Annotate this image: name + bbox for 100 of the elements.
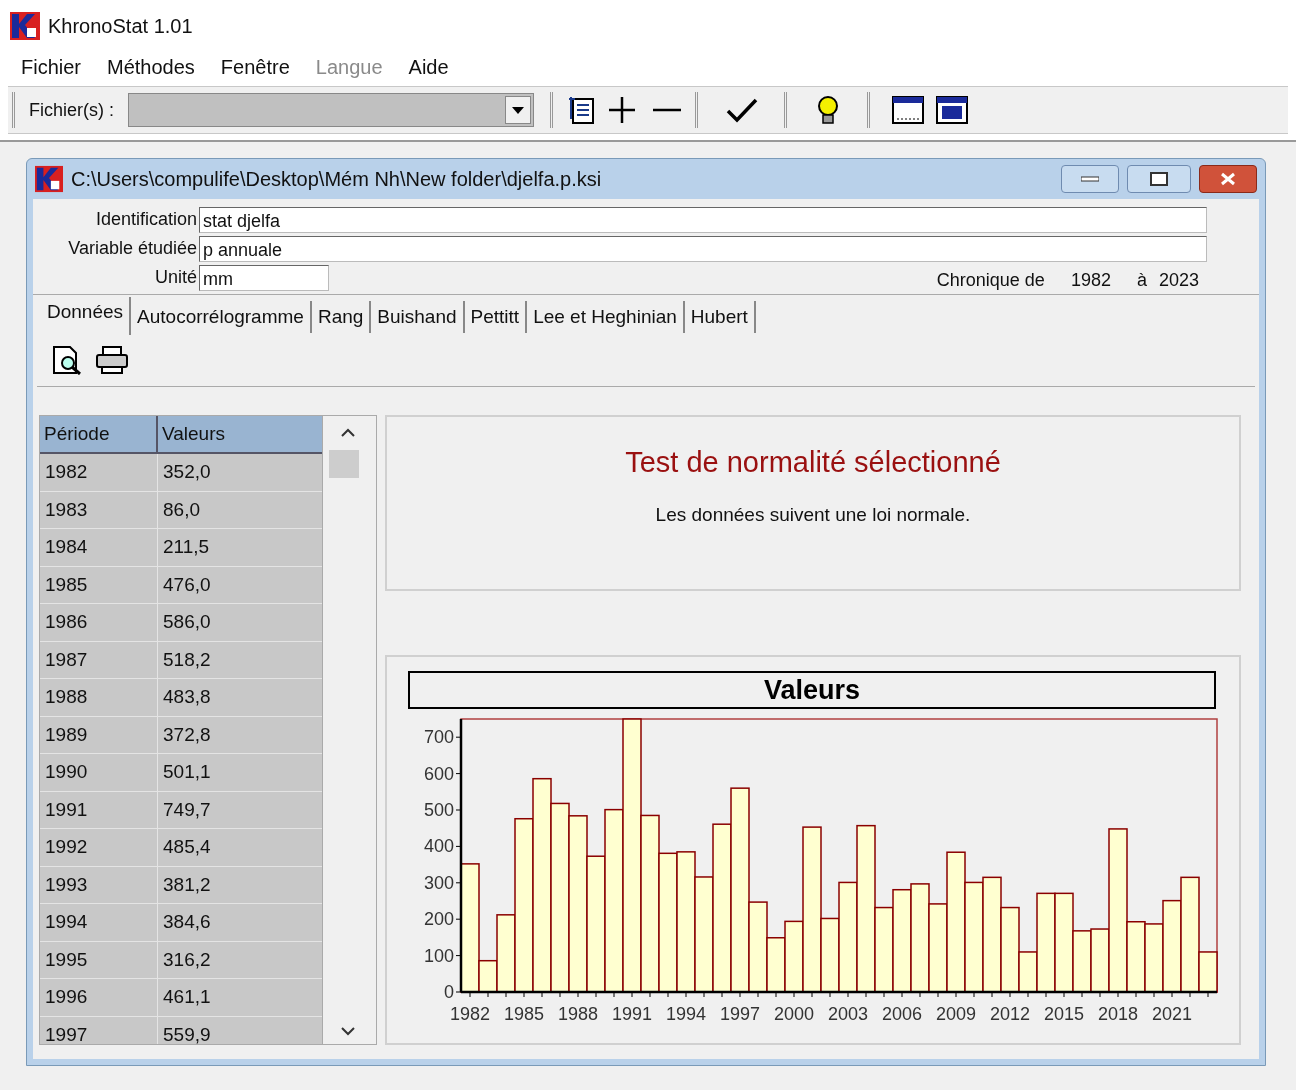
tab[interactable]: Pettitt [464, 301, 528, 333]
bar [1144, 923, 1164, 993]
tab[interactable]: Rang [311, 301, 372, 333]
table-cell: 1997 [40, 1016, 158, 1044]
window-title: C:\Users\compulife\Desktop\Mém Nh\New folder\djelfa.p.ksi [71, 167, 603, 192]
to-label: à [1136, 269, 1147, 292]
table-cell-text: 372,8 [162, 722, 212, 747]
x-tick-label: 1994 [666, 1004, 706, 1024]
table-cell: 1985 [40, 566, 158, 603]
restore-button[interactable] [1127, 165, 1191, 193]
table-cell: 1984 [40, 529, 158, 566]
files-label: Fichier(s) : [29, 98, 114, 122]
menu-item[interactable]: Fichier [21, 52, 81, 82]
text-field[interactable]: p annuale [199, 235, 1207, 262]
start-year: 1982 [1070, 269, 1111, 292]
chronique-label: Chronique de [936, 269, 1045, 292]
table-cell-text: 86,0 [162, 497, 201, 522]
table-cell: 1983 [40, 491, 158, 528]
tab[interactable]: Hubert [684, 301, 756, 333]
x-tick-label: 1982 [450, 1004, 490, 1024]
lightbulb-icon[interactable] [815, 95, 841, 125]
x-tick-label: 1997 [720, 1004, 760, 1024]
x-tick-label: 2009 [936, 1004, 976, 1024]
table-cell-text: 485,4 [162, 835, 212, 859]
x-tick-label: 2012 [990, 1004, 1030, 1024]
scroll-thumb[interactable] [329, 450, 359, 478]
field-label: Identification [94, 208, 198, 231]
column-header[interactable]: Période [40, 416, 158, 452]
column-header[interactable]: Valeurs [158, 416, 322, 452]
print-preview-icon[interactable] [51, 345, 83, 375]
x-tick-label: 1985 [504, 1004, 544, 1024]
result-message: Les données suivent une loi normale. [655, 502, 971, 527]
list-icon[interactable] [567, 95, 597, 125]
x-tick-label: 1988 [558, 1004, 598, 1024]
window-icon[interactable] [892, 95, 924, 125]
table-cell: 1991 [40, 791, 158, 828]
menu-item[interactable]: Méthodes [107, 52, 195, 82]
scrollbar[interactable] [322, 416, 376, 1044]
table-cell-text: 559,9 [162, 1022, 212, 1044]
text-field[interactable]: stat djelfa [199, 206, 1207, 233]
tab[interactable]: Autocorrélogramme [131, 301, 312, 333]
table-cell-text: 381,2 [162, 872, 212, 897]
table-cell: 1988 [40, 679, 158, 716]
table-cell-text: 518,2 [162, 647, 212, 672]
table-cell: 1987 [40, 641, 158, 678]
chart-title: Valeurs [763, 675, 861, 705]
y-tick-label: 400 [423, 836, 454, 857]
y-tick-label: 500 [423, 800, 454, 820]
table-cell: 1996 [40, 979, 158, 1016]
printer-icon[interactable] [95, 345, 129, 375]
app-title: KhronoStat 1.01 [48, 14, 193, 39]
table-cell-text: 476,0 [162, 572, 212, 597]
minimize-icon [1081, 176, 1099, 182]
table-cell-text: 501,1 [162, 760, 212, 784]
end-year: 2023 [1158, 269, 1199, 292]
y-tick-label: 300 [423, 872, 454, 893]
close-button[interactable] [1199, 165, 1257, 193]
table-cell-text: 352,0 [162, 460, 212, 484]
tab[interactable]: Buishand [371, 301, 465, 333]
y-tick-label: 200 [423, 909, 454, 930]
table-cell: 1993 [40, 866, 158, 903]
table-cell: 1986 [40, 604, 158, 641]
checkmark-icon[interactable] [726, 97, 758, 123]
window-image-icon[interactable] [936, 95, 968, 125]
tab[interactable]: Lee et Heghinian [527, 301, 685, 333]
table-cell-text: 211,5 [162, 535, 211, 559]
y-tick-label: 0 [444, 982, 454, 1002]
table-cell-text: 316,2 [162, 947, 212, 972]
field-label: Unité [153, 266, 198, 289]
caret-icon [512, 106, 524, 114]
minimize-button[interactable] [1061, 165, 1119, 193]
menu-item[interactable]: Aide [408, 52, 449, 82]
table-cell-text: 483,8 [162, 685, 212, 709]
x-tick-label: 2003 [828, 1004, 868, 1024]
scroll-up-icon[interactable] [341, 428, 355, 437]
table-cell: 1990 [40, 754, 158, 791]
field-label: Variable étudiée [67, 237, 198, 260]
table-cell-text: 461,1 [162, 985, 212, 1009]
scroll-down-icon[interactable] [341, 1027, 355, 1036]
y-tick-label: 100 [423, 945, 454, 966]
x-tick-label: 2000 [774, 1004, 814, 1024]
restore-icon [1150, 172, 1168, 186]
y-tick-label: 600 [423, 763, 454, 784]
files-dropdown[interactable] [128, 93, 534, 127]
x-tick-label: 1991 [612, 1004, 652, 1024]
y-tick-label: 700 [423, 727, 454, 748]
app-logo-icon [10, 12, 40, 40]
x-tick-label: 2006 [882, 1004, 922, 1024]
table-cell-text: 384,6 [162, 910, 212, 934]
text-field[interactable]: mm [199, 264, 329, 291]
menu-item[interactable]: Fenêtre [220, 52, 290, 82]
table-cell-text: 586,0 [162, 610, 212, 634]
table-cell: 1982 [40, 454, 158, 491]
table-cell: 1992 [40, 829, 158, 866]
doc-logo-icon [35, 165, 63, 193]
table-cell-text: 749,7 [162, 797, 212, 822]
table-cell: 1995 [40, 941, 158, 978]
close-icon [1220, 172, 1236, 186]
plus-icon[interactable] [607, 95, 637, 125]
table-cell: 1989 [40, 716, 158, 753]
